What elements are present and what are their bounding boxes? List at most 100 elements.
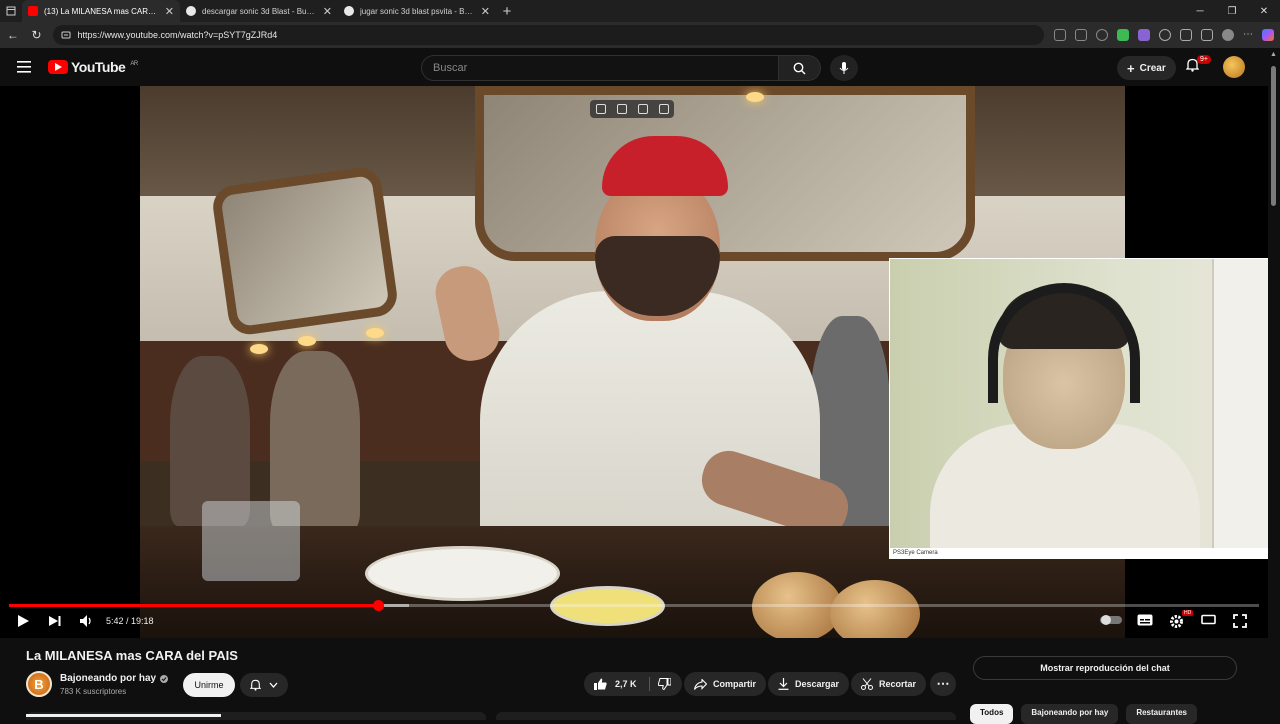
close-tab-icon[interactable]: ✕ bbox=[481, 5, 490, 18]
close-window-icon[interactable]: ✕ bbox=[1248, 6, 1280, 17]
more-options-icon[interactable]: ⋯ bbox=[1243, 29, 1253, 41]
google-favicon-icon bbox=[344, 6, 354, 16]
google-favicon-icon bbox=[186, 6, 196, 16]
settings-button[interactable] bbox=[1169, 614, 1184, 629]
chevron-down-icon bbox=[269, 682, 278, 688]
extension-purple-icon[interactable] bbox=[1138, 29, 1150, 41]
close-tab-icon[interactable]: ✕ bbox=[323, 5, 332, 18]
youtube-header: YouTube AR Buscar + Crear 9+ bbox=[0, 48, 1268, 86]
browser-tab-google-2[interactable]: jugar sonic 3d blast psvita - Buscar con… bbox=[338, 0, 496, 22]
favorites-icon[interactable] bbox=[1201, 29, 1213, 41]
video-progress-bar[interactable] bbox=[9, 600, 1259, 611]
clip-button[interactable]: Recortar bbox=[851, 672, 927, 696]
join-button[interactable]: Unirme bbox=[183, 673, 235, 697]
chip-channel[interactable]: Bajoneando por hay bbox=[1021, 704, 1119, 724]
share-button[interactable]: Compartir bbox=[684, 672, 767, 696]
more-actions-button[interactable]: ⋯ bbox=[930, 672, 956, 696]
verified-check-icon bbox=[160, 674, 169, 683]
scene-glass bbox=[202, 501, 300, 581]
open-app-icon[interactable] bbox=[1075, 29, 1087, 41]
channel-name-row[interactable]: Bajoneando por hay bbox=[60, 673, 169, 684]
copilot-icon[interactable] bbox=[1262, 29, 1274, 41]
video-overlay-toolbar bbox=[590, 100, 674, 118]
play-button[interactable] bbox=[16, 614, 30, 628]
clip-label: Recortar bbox=[879, 679, 917, 689]
volume-button[interactable] bbox=[79, 614, 94, 628]
extensions-area: ⋯ bbox=[1054, 29, 1274, 41]
reload-icon[interactable]: ↻ bbox=[30, 28, 44, 42]
webcam-shelf bbox=[1212, 259, 1268, 549]
new-tab-button[interactable]: + bbox=[496, 3, 518, 20]
like-icon[interactable] bbox=[594, 678, 607, 690]
subscription-notifications-button[interactable] bbox=[240, 673, 288, 697]
channel-name[interactable]: Bajoneando por hay bbox=[60, 673, 156, 684]
youtube-logo[interactable]: YouTube AR bbox=[48, 59, 138, 75]
scene-lamp bbox=[746, 92, 764, 102]
search-button[interactable] bbox=[779, 55, 821, 81]
back-icon[interactable]: ← bbox=[6, 28, 20, 42]
window-controls: ─ ❐ ✕ bbox=[1184, 6, 1280, 17]
favorite-star-icon[interactable] bbox=[1096, 29, 1108, 41]
fullscreen-button[interactable] bbox=[1233, 614, 1247, 628]
comment-box-edge bbox=[496, 712, 956, 720]
address-bar-row: ← ↻ https://www.youtube.com/watch?v=pSYT… bbox=[0, 22, 1280, 48]
restore-icon[interactable]: ❐ bbox=[1216, 6, 1248, 17]
voice-search-button[interactable] bbox=[830, 55, 858, 81]
next-button[interactable] bbox=[48, 614, 62, 628]
browser-tab-strip: (13) La MILANESA mas CARA del PAIS - You… bbox=[0, 0, 1280, 22]
cast-icon[interactable] bbox=[616, 104, 627, 114]
download-label: Descargar bbox=[795, 679, 840, 689]
tab-title: descargar sonic 3d Blast - Buscar con Go… bbox=[202, 6, 317, 16]
autoplay-toggle[interactable] bbox=[1100, 614, 1122, 626]
browser-tab-youtube[interactable]: (13) La MILANESA mas CARA del PAIS - You… bbox=[22, 0, 180, 22]
volume-icon bbox=[79, 614, 94, 628]
gear-icon bbox=[1169, 614, 1184, 629]
dislike-icon[interactable] bbox=[657, 678, 671, 690]
create-button[interactable]: + Crear bbox=[1117, 56, 1176, 80]
tab-title: jugar sonic 3d blast psvita - Buscar con… bbox=[360, 6, 475, 16]
chip-all[interactable]: Todos bbox=[970, 704, 1014, 724]
subtitles-icon bbox=[1137, 614, 1153, 626]
close-tab-icon[interactable]: ✕ bbox=[165, 5, 174, 18]
edit-icon[interactable] bbox=[637, 104, 648, 114]
youtube-favicon-icon bbox=[28, 6, 38, 16]
download-button[interactable]: Descargar bbox=[768, 672, 850, 696]
split-screen-icon[interactable] bbox=[1180, 29, 1192, 41]
hamburger-menu-icon[interactable] bbox=[0, 61, 48, 73]
video-player[interactable]: PS3Eye Camera 5:42 / 19:18 HD bbox=[0, 86, 1268, 638]
translate-icon[interactable] bbox=[1054, 29, 1066, 41]
description-scroll-indicator bbox=[26, 714, 221, 717]
notification-count-badge: 9+ bbox=[1197, 55, 1211, 64]
theater-mode-button[interactable] bbox=[1201, 614, 1216, 625]
site-info-icon[interactable] bbox=[61, 30, 71, 40]
channel-avatar[interactable]: B bbox=[26, 671, 52, 697]
profile-icon[interactable] bbox=[1222, 29, 1234, 41]
play-icon bbox=[16, 614, 30, 628]
scrollbar-thumb[interactable] bbox=[1271, 66, 1276, 206]
subtitles-button[interactable] bbox=[1137, 614, 1153, 626]
scene-mirror-left bbox=[210, 164, 400, 338]
window-menu-icon[interactable] bbox=[0, 0, 22, 22]
chip-restaurants[interactable]: Restaurantes bbox=[1126, 704, 1197, 724]
page-scrollbar[interactable]: ▲ bbox=[1268, 48, 1280, 720]
like-count[interactable]: 2,7 K bbox=[615, 679, 637, 689]
time-display: 5:42 / 19:18 bbox=[106, 616, 154, 626]
hd-badge: HD bbox=[1182, 610, 1194, 616]
search-input[interactable]: Buscar bbox=[421, 55, 779, 81]
translate-video-icon[interactable] bbox=[658, 104, 669, 114]
minimize-icon[interactable]: ─ bbox=[1184, 6, 1216, 17]
browser-tab-google-1[interactable]: descargar sonic 3d Blast - Buscar con Go… bbox=[180, 0, 338, 22]
webcam-overlay: PS3Eye Camera bbox=[889, 258, 1268, 559]
fullscreen-icon bbox=[1233, 614, 1247, 628]
show-chat-replay-button[interactable]: Mostrar reproducción del chat bbox=[973, 656, 1237, 680]
like-dislike-group: 2,7 K bbox=[584, 672, 682, 696]
theater-mode-icon bbox=[1201, 614, 1216, 625]
picture-in-picture-icon[interactable] bbox=[595, 104, 606, 114]
extension-gear-icon[interactable] bbox=[1159, 29, 1171, 41]
scroll-up-icon[interactable]: ▲ bbox=[1270, 51, 1277, 58]
search-box: Buscar bbox=[421, 55, 821, 81]
url-field[interactable]: https://www.youtube.com/watch?v=pSYT7gZJ… bbox=[53, 25, 1044, 45]
plus-icon: + bbox=[1127, 60, 1135, 76]
extension-green-icon[interactable] bbox=[1117, 29, 1129, 41]
user-avatar[interactable] bbox=[1223, 56, 1245, 78]
